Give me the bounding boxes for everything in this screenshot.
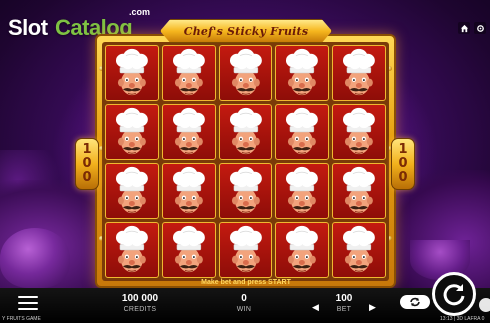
credits-label: CREDITS [123,306,157,313]
chef-symbol [218,163,273,219]
credits-value: 100 000 [121,293,159,304]
chef-symbol [218,104,273,160]
lines-digit: 0 [82,156,92,171]
chef-symbol [332,222,386,278]
chef-symbol [275,45,330,101]
autoplay-button[interactable] [400,295,430,309]
chef-symbol [275,163,330,219]
logo-text-slot: Slot [8,15,48,40]
bet-display: 100 BET [324,293,364,315]
chef-symbol [218,222,273,278]
chef-symbol [218,45,273,101]
bet-decrease-arrow-icon[interactable]: ◀ [312,302,319,313]
background-pot [0,228,70,288]
chef-symbol [332,45,386,101]
game-title: Chef's Sticky Fruits [183,24,309,38]
footer-info: 13:13 | 3D LAFRA 0 [440,316,485,322]
hamburger-menu-icon[interactable] [18,296,38,310]
chef-symbol [275,222,330,278]
chef-symbol [161,222,216,278]
chef-symbol [332,104,386,160]
lines-digit: 0 [398,156,408,171]
settings-icon[interactable] [474,22,486,34]
game-title-banner: Chef's Sticky Fruits [160,19,332,43]
chef-symbol [105,222,159,278]
bet-label: BET [336,306,352,313]
chef-symbol [161,104,216,160]
win-display: 0 WIN [226,293,262,315]
bet-increase-arrow-icon[interactable]: ▶ [369,302,376,313]
autoplay-icon [410,297,420,307]
lines-digit: 0 [82,170,92,185]
spin-button[interactable] [432,272,476,316]
footer-game-name: Y FRUITS GAME [2,316,41,322]
game-screen: Slot Catalog .com Chef's Sticky Fruits 1… [0,0,490,323]
home-icon[interactable] [458,22,470,34]
logo-text-com: .com [129,7,151,17]
chef-symbol [105,104,159,160]
chef-symbol [161,45,216,101]
spin-icon [443,284,465,306]
chef-symbol [275,104,330,160]
lines-digit: 0 [398,170,408,185]
reel-grid [102,42,389,281]
lines-digit: 1 [398,142,408,157]
top-icons [458,22,486,34]
lines-badge-right: 1 0 0 [391,138,415,190]
bet-value: 100 [335,293,353,304]
chef-symbol [161,163,216,219]
status-message: Make bet and press START [201,279,291,286]
chef-symbol [332,163,386,219]
win-label: WIN [236,306,252,313]
credits-display: 100 000 CREDITS [116,293,164,315]
lines-badge-left: 1 0 0 [75,138,99,190]
lines-digit: 1 [82,142,92,157]
win-value: 0 [241,293,247,304]
chef-symbol [105,163,159,219]
extra-button[interactable] [479,298,490,312]
chef-symbol [105,45,159,101]
reel-frame [95,34,396,288]
